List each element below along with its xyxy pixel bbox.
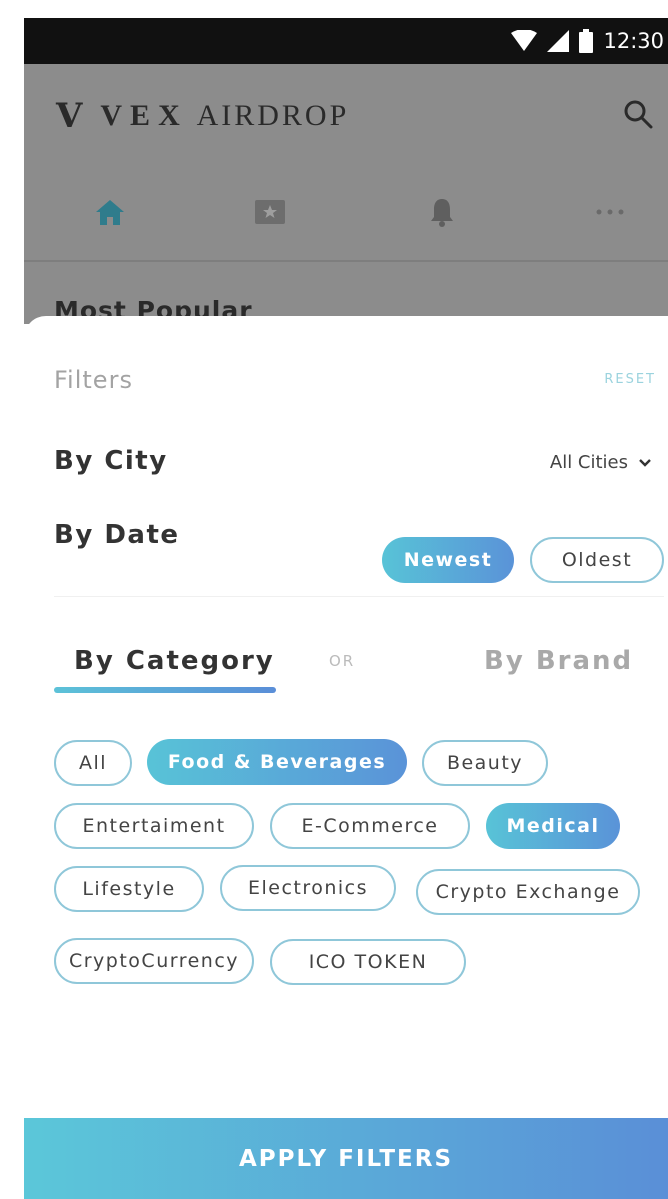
city-select[interactable]: All Cities [550,452,652,473]
tab-notifications[interactable] [422,192,462,232]
logo-text-bold: VEX [100,99,188,132]
status-time: 12:30 [603,29,664,53]
category-chip-ico-token[interactable]: ICO TOKEN [270,939,466,985]
category-chip-all[interactable]: All [54,740,132,786]
status-icons: 12:30 [511,18,668,64]
tab-more[interactable] [590,192,630,232]
search-icon[interactable] [622,98,654,130]
category-chip-electronics[interactable]: Electronics [220,865,396,911]
signal-icon [547,30,570,52]
battery-icon [579,29,594,53]
city-label: By City [54,446,168,476]
apply-filters-button[interactable]: APPLY FILTERS [24,1118,668,1199]
city-select-value: All Cities [549,452,628,473]
chevron-down-icon [639,458,651,467]
date-option-oldest[interactable]: Oldest [530,537,664,583]
more-icon [596,209,624,215]
category-chip-crypto-exchange[interactable]: Crypto Exchange [416,869,640,915]
category-chip-lifestyle[interactable]: Lifestyle [54,866,204,912]
logo-text: VEX AIRDROP [100,99,349,133]
status-bar: 12:30 [24,18,668,64]
ticket-icon [255,200,285,224]
app-logo: V VEX AIRDROP [56,96,349,136]
category-chip-entertaiment[interactable]: Entertaiment [54,803,254,849]
reset-button[interactable]: RESET [604,372,656,387]
logo-mark: V [56,96,83,136]
tab-home[interactable] [90,192,130,232]
category-chip-beauty[interactable]: Beauty [422,740,548,786]
tab-tickets[interactable] [250,192,290,232]
category-chip-food-beverages[interactable]: Food & Beverages [147,739,407,785]
category-chip-medical[interactable]: Medical [486,803,620,849]
tabs-divider [24,260,668,262]
sheet-title: Filters [54,366,133,394]
bell-icon [431,199,453,227]
date-label: By Date [54,520,180,550]
logo-text-rest: AIRDROP [196,99,350,132]
app-header: V VEX AIRDROP Most Popular [24,64,668,325]
category-chip-cryptocurrency[interactable]: CryptoCurrency [54,938,254,984]
divider [54,596,664,597]
tab-by-brand[interactable]: By Brand [484,646,633,676]
category-chip-e-commerce[interactable]: E-Commerce [270,803,470,849]
tab-bar [24,182,668,242]
active-tab-indicator [54,687,276,693]
filter-sheet: Filters RESET By City All Cities By Date… [24,316,668,1199]
tab-by-category[interactable]: By Category [74,646,275,676]
home-icon [96,200,124,225]
segment-or: OR [329,652,356,670]
date-option-newest[interactable]: Newest [382,537,514,583]
wifi-icon [511,30,538,51]
